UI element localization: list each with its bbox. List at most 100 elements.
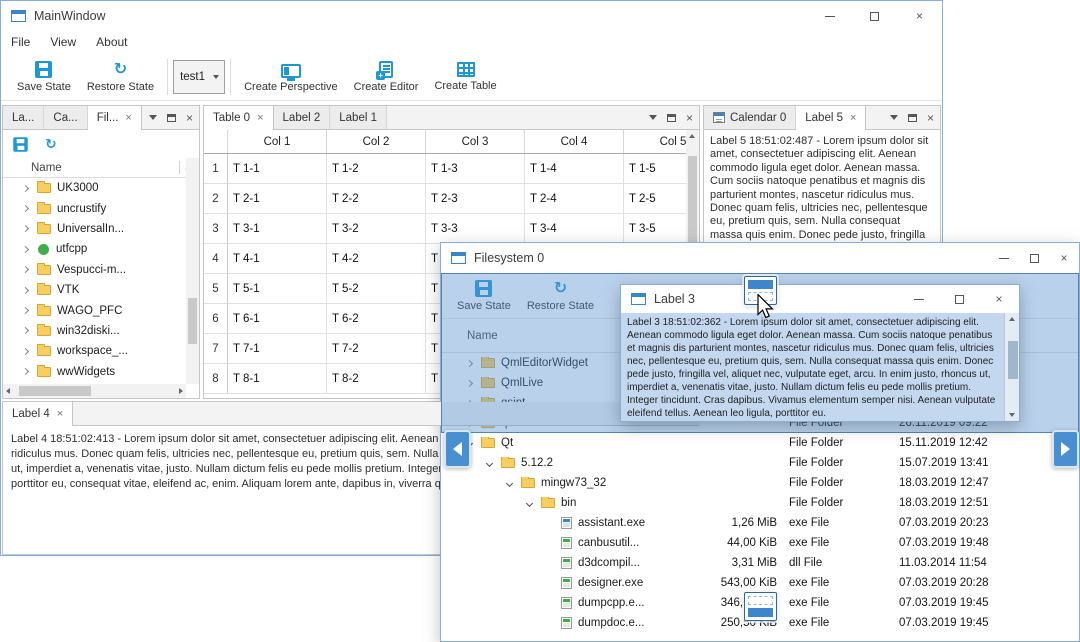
- tree-item[interactable]: UniversalIn...: [3, 219, 199, 239]
- tab-close-icon[interactable]: ×: [57, 408, 63, 420]
- tree-item[interactable]: win32diski...: [3, 321, 199, 341]
- tree-item[interactable]: wwWidgets: [3, 362, 199, 382]
- create-perspective-button[interactable]: Create Perspective: [236, 55, 346, 99]
- row-number-cell[interactable]: 1: [204, 154, 228, 183]
- table-cell[interactable]: T 2-2: [327, 184, 426, 213]
- label3-titlebar[interactable]: Label 3 ×: [621, 285, 1019, 313]
- fs-tree-item[interactable]: Qt File Folder 15.11.2019 12:42: [441, 433, 1079, 453]
- save-icon[interactable]: [13, 136, 28, 152]
- tab-label2[interactable]: Label 2: [273, 106, 331, 129]
- menu-view[interactable]: View: [50, 35, 76, 49]
- restore-state-button[interactable]: Restore State: [79, 55, 162, 99]
- dock-right-indicator[interactable]: [1052, 430, 1079, 468]
- minimize-button[interactable]: [899, 285, 939, 313]
- vertical-scrollbar[interactable]: [1004, 313, 1019, 421]
- close-panel-icon[interactable]: ×: [686, 112, 693, 124]
- vertical-scrollbar[interactable]: [186, 158, 199, 384]
- undock-icon[interactable]: [666, 113, 676, 122]
- fs-tree-item[interactable]: 5.12.2 File Folder 15.07.2019 13:41: [441, 453, 1079, 473]
- tab-label1[interactable]: Label 1: [330, 106, 387, 129]
- fs-tree-item[interactable]: canbusutil... 44,00 KiB exe File 07.03.2019…: [441, 533, 1079, 553]
- table-cell[interactable]: T 1-2: [327, 154, 426, 183]
- tabs-menu-chevron-icon[interactable]: [148, 115, 157, 120]
- horizontal-scrollbar[interactable]: [3, 384, 186, 398]
- expand-chevron-icon[interactable]: [21, 205, 30, 213]
- table-cell[interactable]: T 3-2: [327, 214, 426, 243]
- tree-item[interactable]: WAGO_PFC: [3, 300, 199, 320]
- close-button[interactable]: ×: [897, 1, 942, 31]
- table-column-header[interactable]: Col 2: [327, 130, 426, 153]
- fs-tree-item[interactable]: d3dcompil... 3,31 MiB dll File 11.03.2014 1…: [441, 553, 1079, 573]
- fs-tree-item[interactable]: assistant.exe 1,26 MiB exe File 07.03.2019 …: [441, 513, 1079, 533]
- scrollbar-thumb[interactable]: [19, 386, 91, 396]
- undock-icon[interactable]: [166, 113, 176, 122]
- table-column-header[interactable]: Col 4: [525, 130, 624, 153]
- tab-label-truncated[interactable]: La...: [3, 106, 45, 129]
- minimize-button[interactable]: [807, 1, 852, 31]
- main-titlebar[interactable]: MainWindow ×: [1, 1, 942, 31]
- table-cell[interactable]: T 5-1: [228, 274, 327, 303]
- row-number-cell[interactable]: 2: [204, 184, 228, 213]
- expand-chevron-icon[interactable]: [505, 479, 514, 487]
- scrollbar-thumb[interactable]: [188, 298, 197, 344]
- table-cell[interactable]: T 7-1: [228, 334, 327, 363]
- tree-item[interactable]: VTK: [3, 280, 199, 300]
- tree-item[interactable]: UK3000: [3, 178, 199, 198]
- expand-chevron-icon[interactable]: [21, 245, 30, 253]
- restore-icon[interactable]: [43, 136, 58, 151]
- tab-table0[interactable]: Table 0 ×: [204, 106, 274, 130]
- menu-file[interactable]: File: [11, 35, 30, 49]
- scroll-up-icon[interactable]: [689, 134, 695, 138]
- tree-item[interactable]: uncrustify: [3, 198, 199, 218]
- row-number-cell[interactable]: 5: [204, 274, 228, 303]
- expand-chevron-icon[interactable]: [21, 368, 30, 376]
- expand-chevron-icon[interactable]: [21, 266, 30, 274]
- row-number-cell[interactable]: 7: [204, 334, 228, 363]
- fs-tree-item[interactable]: bin File Folder 18.03.2019 12:51: [441, 493, 1079, 513]
- table-cell[interactable]: T 8-1: [228, 364, 327, 393]
- tab-close-icon[interactable]: ×: [125, 112, 131, 124]
- tab-close-icon[interactable]: ×: [257, 112, 263, 124]
- scrollbar-thumb[interactable]: [1007, 341, 1018, 379]
- table-cell[interactable]: T 4-2: [327, 244, 426, 273]
- close-panel-icon[interactable]: ×: [186, 112, 193, 124]
- scrollbar-thumb[interactable]: [688, 156, 697, 251]
- scroll-up-icon[interactable]: [1009, 317, 1015, 321]
- tab-calendar-truncated[interactable]: Ca...: [44, 106, 88, 129]
- maximize-button[interactable]: [1019, 243, 1049, 273]
- table-cell[interactable]: T 7-2: [327, 334, 426, 363]
- tab-label5[interactable]: Label 5 ×: [796, 106, 867, 130]
- scroll-right-icon[interactable]: [179, 387, 183, 394]
- close-button[interactable]: ×: [979, 285, 1019, 313]
- expand-chevron-icon[interactable]: [21, 306, 30, 315]
- table-cell[interactable]: T 2-3: [426, 184, 525, 213]
- save-state-button[interactable]: Save State: [9, 55, 79, 99]
- table-cell[interactable]: T 3-1: [228, 214, 327, 243]
- scroll-down-icon[interactable]: [1009, 413, 1015, 417]
- table-cell[interactable]: T 8-2: [327, 364, 426, 393]
- expand-chevron-icon[interactable]: [485, 459, 494, 467]
- tab-filesystem[interactable]: Fil... ×: [87, 106, 142, 130]
- undock-icon[interactable]: [907, 113, 917, 122]
- row-number-cell[interactable]: 6: [204, 304, 228, 333]
- fs-tree-item[interactable]: designer.exe 543,00 KiB exe File 07.03.2019…: [441, 573, 1079, 593]
- tabs-menu-chevron-icon[interactable]: [648, 115, 657, 120]
- row-number-cell[interactable]: 3: [204, 214, 228, 243]
- tab-close-icon[interactable]: ×: [850, 112, 856, 124]
- expand-chevron-icon[interactable]: [21, 347, 30, 355]
- scroll-left-icon[interactable]: [6, 387, 10, 394]
- table-cell[interactable]: T 5-2: [327, 274, 426, 303]
- tab-calendar0[interactable]: Calendar 0: [704, 106, 797, 129]
- row-number-cell[interactable]: 8: [204, 364, 228, 393]
- table-column-header[interactable]: Col 1: [228, 130, 327, 153]
- table-cell[interactable]: T 2-1: [228, 184, 327, 213]
- tree-header[interactable]: Name Si: [3, 158, 199, 178]
- table-cell[interactable]: T 1-3: [426, 154, 525, 183]
- maximize-button[interactable]: [939, 285, 979, 313]
- close-panel-icon[interactable]: ×: [927, 112, 934, 124]
- filesystem-titlebar[interactable]: Filesystem 0 ×: [441, 243, 1079, 273]
- fs-tree-item[interactable]: mingw73_32 File Folder 18.03.2019 12:47: [441, 473, 1079, 493]
- maximize-button[interactable]: [852, 1, 897, 31]
- column-separator[interactable]: [179, 161, 180, 174]
- expand-chevron-icon[interactable]: [21, 184, 30, 192]
